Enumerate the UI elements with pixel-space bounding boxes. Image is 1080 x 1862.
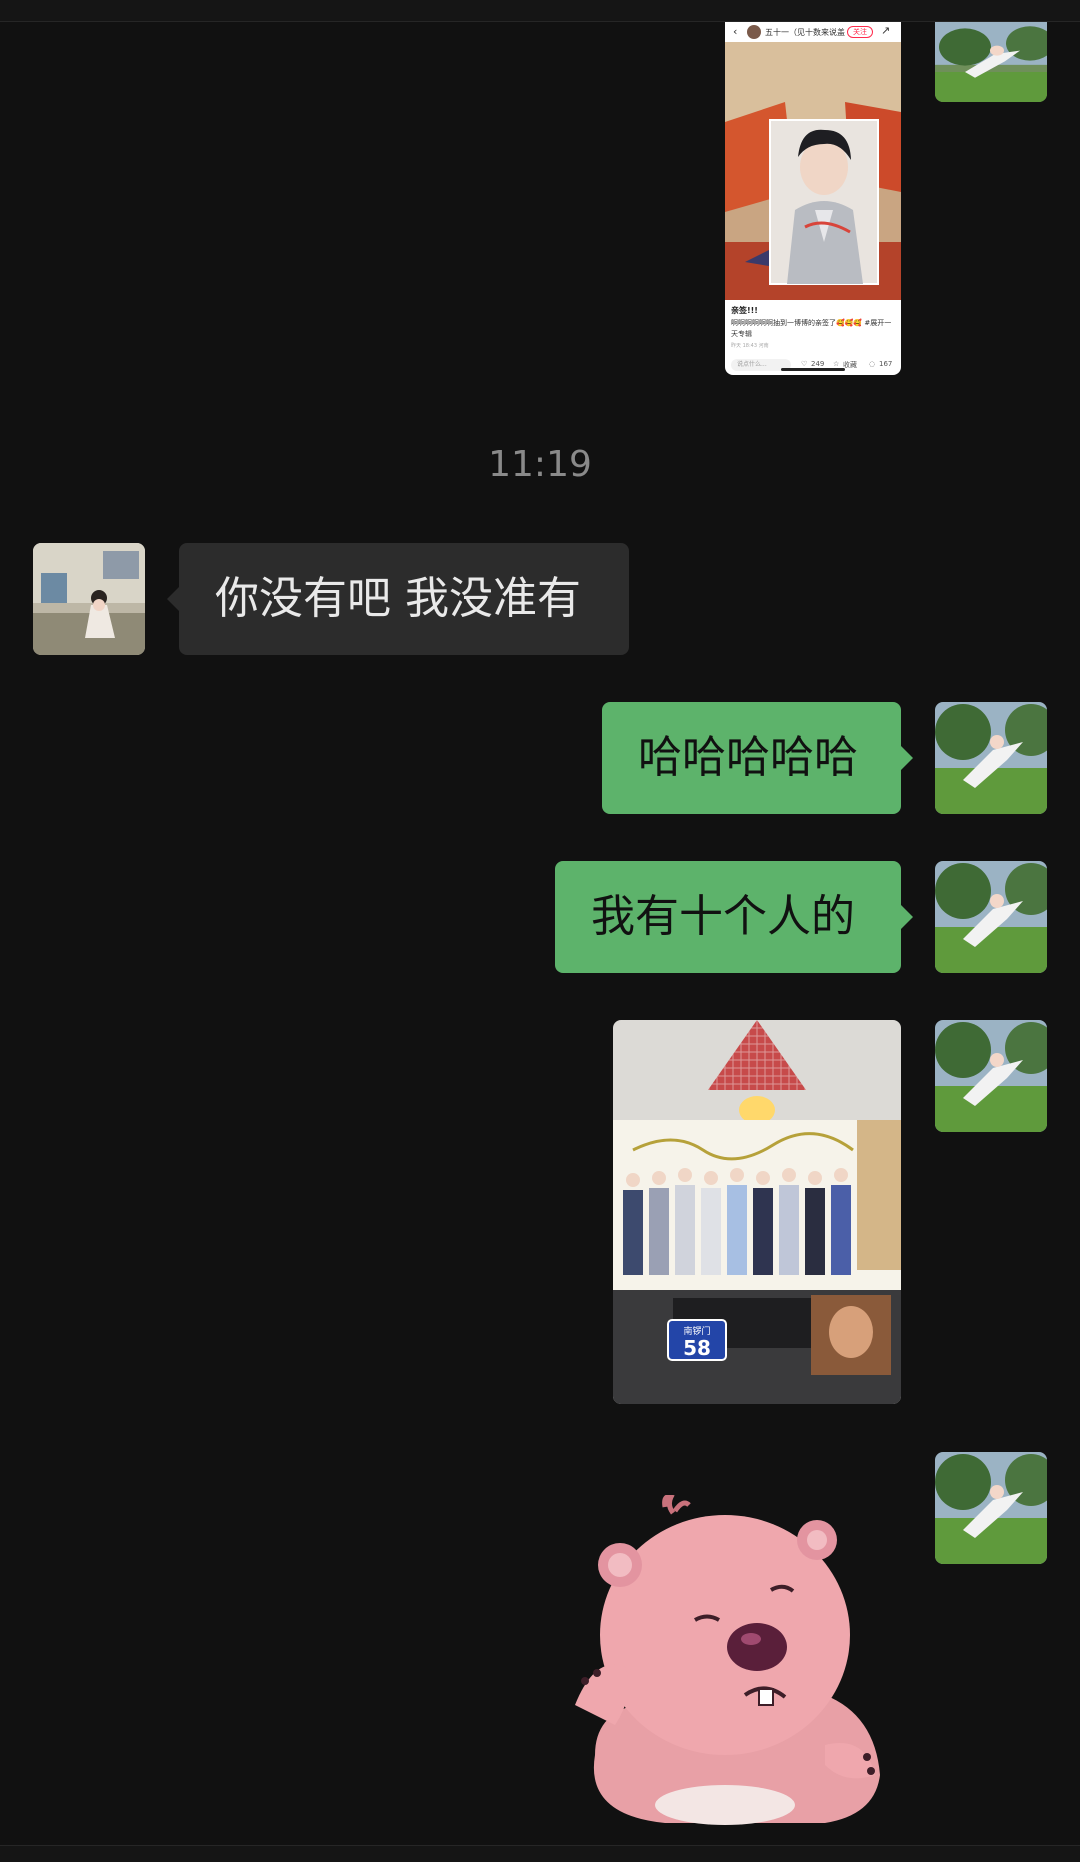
message-text: 你没有吧 我没准有 bbox=[215, 573, 581, 624]
chevron-left-icon: ‹ bbox=[733, 25, 738, 38]
post-author-name: 五十一（见十数来说盖... bbox=[765, 28, 845, 37]
post-photo bbox=[725, 42, 901, 300]
message-text: 我有十个人的 bbox=[591, 891, 855, 942]
post-meta: 昨天 18:43 河南 bbox=[731, 343, 769, 349]
post-header: ‹ 五十一（见十数来说盖... 关注 ↗ bbox=[725, 22, 901, 42]
heart-icon: ♡ bbox=[801, 360, 808, 368]
shared-post-screenshot[interactable]: ‹ 五十一（见十数来说盖... 关注 ↗ 亲签!!! 啊啊啊啊啊啊抽到一博博的亲… bbox=[725, 22, 901, 375]
message-text: 哈哈哈哈哈 bbox=[638, 732, 858, 783]
my-avatar[interactable] bbox=[935, 1020, 1047, 1132]
my-avatar[interactable] bbox=[935, 861, 1047, 973]
post-description: 啊啊啊啊啊啊抽到一博博的亲签了🥰🥰🥰 #展开一天专辑 bbox=[731, 319, 892, 338]
my-avatar[interactable] bbox=[935, 1452, 1047, 1564]
outgoing-message[interactable]: 我有十个人的 bbox=[555, 861, 913, 973]
post-title: 亲签!!! bbox=[731, 306, 758, 315]
sent-photo[interactable]: 南锣门 58 bbox=[613, 1020, 901, 1404]
friend-avatar[interactable] bbox=[33, 543, 145, 655]
comment-icon: ◌ bbox=[869, 360, 876, 368]
chat-screen: ‹ 五十一（见十数来说盖... 关注 ↗ 亲签!!! 啊啊啊啊啊啊抽到一博博的亲… bbox=[0, 0, 1080, 1862]
favorite-label: 收藏 bbox=[843, 361, 857, 369]
my-avatar[interactable] bbox=[935, 22, 1047, 102]
post-author-avatar bbox=[747, 25, 761, 39]
plate-number: 58 bbox=[683, 1336, 711, 1360]
home-indicator bbox=[781, 368, 845, 371]
follow-button: 关注 bbox=[847, 26, 873, 38]
comment-count: 167 bbox=[879, 360, 893, 368]
chat-timestamp: 11:19 bbox=[488, 444, 592, 485]
share-icon: ↗ bbox=[881, 24, 891, 37]
bottom-bar bbox=[0, 1845, 1080, 1862]
outgoing-message[interactable]: 哈哈哈哈哈 bbox=[602, 702, 913, 814]
like-count: 249 bbox=[811, 360, 825, 368]
incoming-message[interactable]: 你没有吧 我没准有 bbox=[167, 543, 629, 655]
my-avatar[interactable] bbox=[935, 702, 1047, 814]
star-icon: ☆ bbox=[833, 360, 840, 368]
top-bar bbox=[0, 0, 1080, 22]
pink-beaver-sticker[interactable] bbox=[575, 1495, 895, 1825]
